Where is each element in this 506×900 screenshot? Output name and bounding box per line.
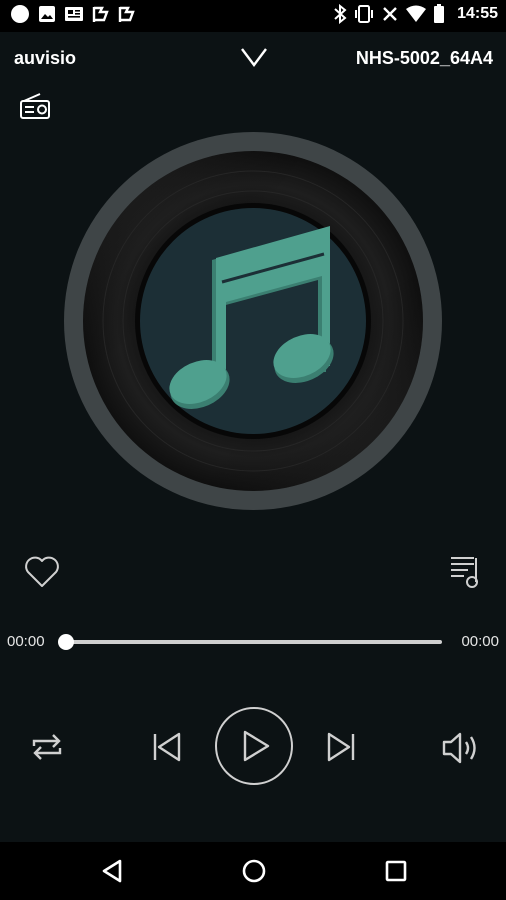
total-time: 00:00 [461,633,499,650]
play-icon [215,707,293,785]
status-right-icons: 14:55 [333,4,498,24]
next-button[interactable] [324,730,358,764]
progress-track[interactable] [66,640,442,644]
heart-icon [25,556,59,587]
flag-icon [92,6,109,22]
volume-button[interactable] [440,728,482,768]
image-icon [39,6,55,22]
flag-icon [118,6,135,22]
radio-button[interactable] [18,92,52,120]
volume-icon [442,732,476,764]
news-icon [65,7,83,21]
recents-square-icon [385,860,407,882]
vibrate-icon [355,5,374,23]
repeat-button[interactable] [28,730,66,764]
status-left-icons [10,4,136,24]
progress-thumb[interactable] [58,634,74,650]
back-triangle-icon [102,859,122,883]
chevron-down-icon [241,48,267,67]
header: auvisio NHS-5002_64A4 [0,32,506,88]
play-button[interactable] [214,706,294,786]
status-time: 14:55 [457,5,498,22]
app-name: auvisio [14,48,77,68]
repeat-icon [32,734,62,760]
radio-icon [20,93,50,119]
device-name[interactable]: NHS-5002_64A4 [356,48,493,69]
status-bar: 14:55 [0,0,506,32]
favorite-button[interactable] [22,552,62,592]
battery-icon [434,4,445,23]
elapsed-time: 00:00 [7,633,45,650]
home-circle-icon [242,859,266,883]
collapse-button[interactable] [238,44,270,70]
skip-next-icon [327,732,355,762]
nav-recents-button[interactable] [381,856,411,886]
playlist-icon [451,557,478,588]
playlist-button[interactable] [448,552,484,590]
skip-previous-icon [153,732,181,762]
close-icon [383,7,397,21]
bluetooth-icon [334,4,347,24]
album-art-disc [64,132,442,510]
notification-dot-icon [11,5,29,23]
wifi-icon [406,5,427,22]
nav-home-button[interactable] [239,856,269,886]
nav-back-button[interactable] [98,856,128,886]
previous-button[interactable] [150,730,184,764]
navigation-bar [0,842,506,900]
